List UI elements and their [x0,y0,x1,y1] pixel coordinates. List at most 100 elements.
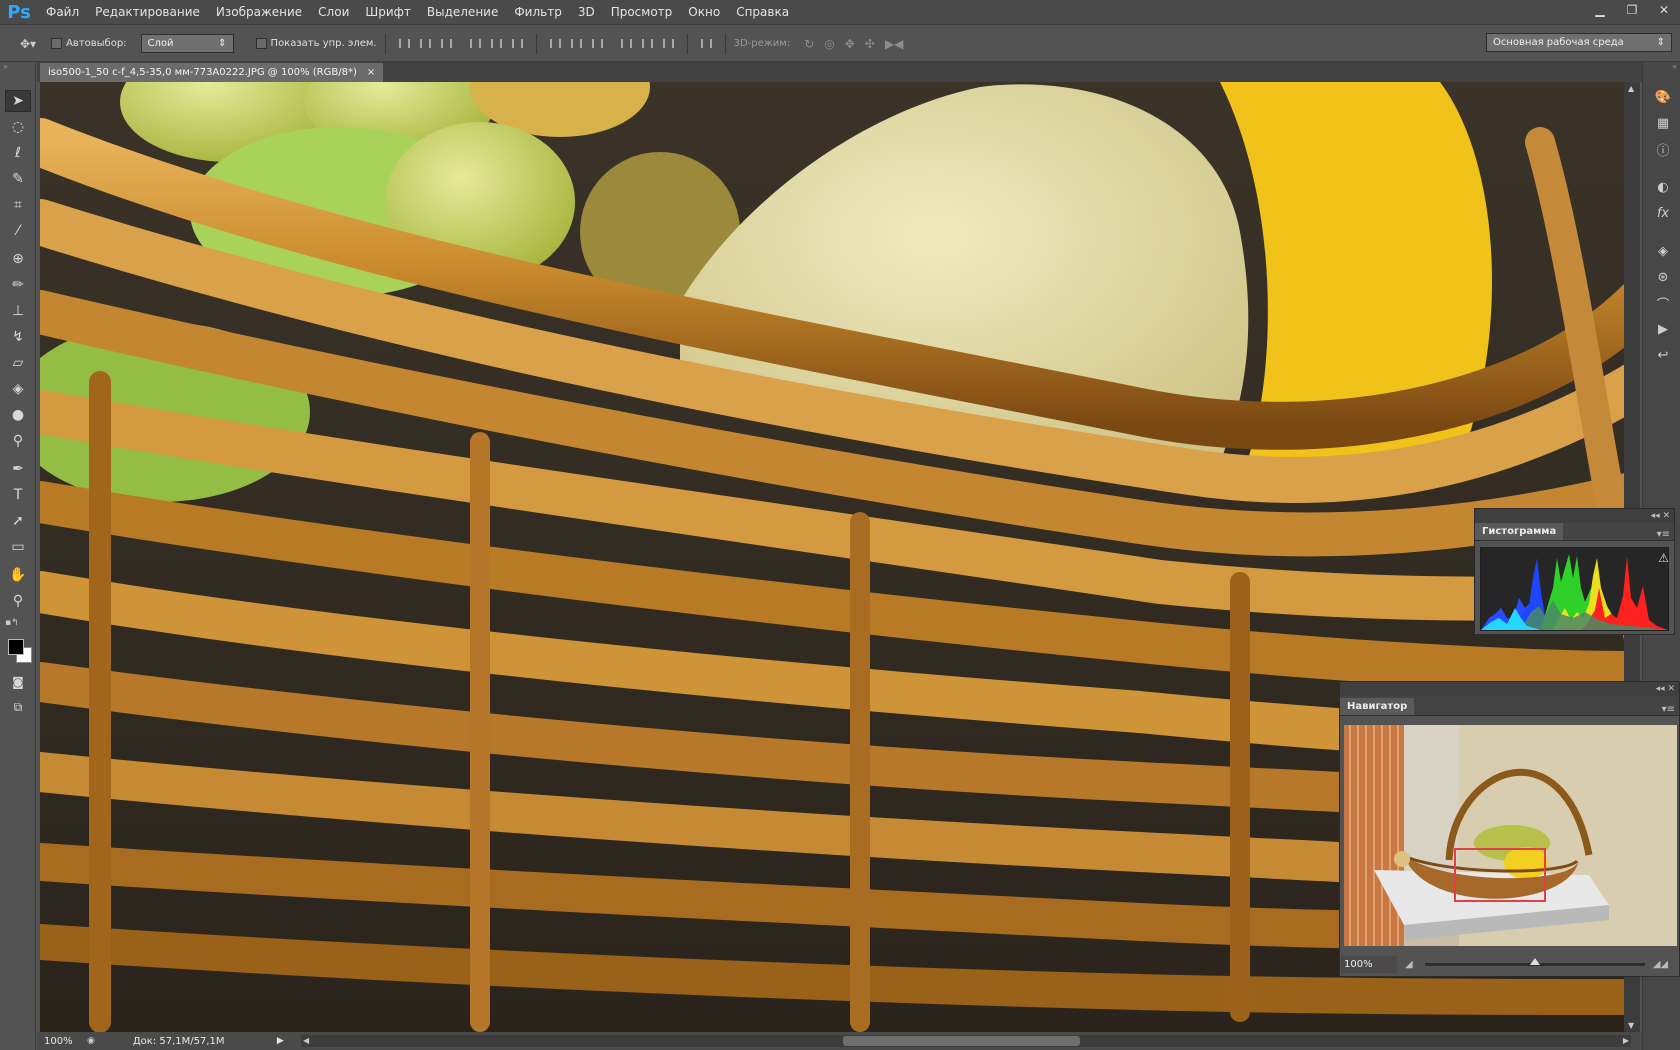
scroll-down-icon[interactable]: ▼ [1628,1021,1634,1030]
status-info-icon[interactable]: ◉ [87,1036,95,1046]
navigator-thumbnail [1344,725,1677,946]
auto-align-icon[interactable] [698,36,715,52]
autoselect-dropdown[interactable]: Слой ⇕ [140,34,234,53]
pen-icon[interactable]: ✒ [5,458,31,480]
hand-icon[interactable]: ✋ [5,564,31,586]
menu-view[interactable]: Просмотр [603,0,681,25]
horizontal-scrollbar[interactable]: ◀ ▶ [301,1035,1631,1047]
restore-icon[interactable]: ❐ [1616,0,1648,20]
cache-warning-icon[interactable]: ⚠ [1658,551,1669,565]
status-menu-arrow-icon[interactable]: ▶ [277,1036,284,1046]
show-controls-checkbox[interactable] [255,38,267,49]
paint-bucket-icon[interactable]: ◈ [5,378,31,400]
styles-panel-icon[interactable]: fx [1652,202,1674,224]
eraser-icon[interactable]: ▱ [5,352,31,374]
menu-file[interactable]: Файл [38,0,87,25]
roll-3d-icon[interactable]: ◎ [824,37,834,51]
lasso-icon[interactable]: ℓ [5,142,31,164]
foreground-color-swatch[interactable] [8,639,24,655]
channels-panel-icon[interactable]: ⊛ [1652,266,1674,288]
menu-image[interactable]: Изображение [208,0,310,25]
distribute-vcenter-icon[interactable] [568,36,585,52]
marquee-icon[interactable]: ◌ [5,116,31,138]
panel-tabs: Гистограмма ▾≡ [1475,523,1674,541]
scroll-right-icon[interactable]: ▶ [1623,1036,1629,1045]
healing-brush-icon[interactable]: ⊕ [5,248,31,270]
horizontal-scroll-thumb[interactable] [843,1036,1080,1046]
quick-mask-icon[interactable]: ◙ [5,671,31,693]
paths-panel-icon[interactable]: ⌒ [1652,292,1674,314]
panel-header-controls[interactable]: ◂◂ ✕ [1475,509,1674,523]
align-left-icon[interactable] [467,36,484,52]
panel-menu-icon[interactable]: ▾≡ [1653,529,1674,540]
zoom-in-icon[interactable]: ◢◢ [1653,959,1668,970]
menu-help[interactable]: Справка [728,0,797,25]
swatches-panel-icon[interactable]: ▦ [1652,112,1674,134]
menu-3d[interactable]: 3D [570,0,603,25]
scroll-up-icon[interactable]: ▲ [1628,84,1634,93]
move-tool-preset-icon[interactable]: ✥▾ [20,37,36,51]
align-hcenter-icon[interactable] [488,36,505,52]
distribute-right-icon[interactable] [660,36,677,52]
history-brush-icon[interactable]: ↯ [5,326,31,348]
distribute-hcenter-icon[interactable] [639,36,656,52]
navigator-preview[interactable] [1344,725,1677,946]
navigator-zoom-field[interactable]: 100% [1341,955,1397,973]
distribute-bottom-icon[interactable] [589,36,606,52]
move-tool-icon[interactable]: ➤ [5,90,31,112]
clone-stamp-icon[interactable]: ⊥ [5,300,31,322]
layers-panel-icon[interactable]: ◈ [1652,240,1674,262]
status-zoom[interactable]: 100% [37,1036,87,1047]
close-tab-icon[interactable]: × [367,67,375,78]
tab-histogram[interactable]: Гистограмма [1475,523,1564,540]
actions-panel-icon[interactable]: ▶ [1652,318,1674,340]
workspace-dropdown[interactable]: Основная рабочая среда ⇕ [1486,33,1672,52]
mode3d-label: 3D-режим: [733,38,791,49]
close-window-icon[interactable]: ✕ [1648,0,1680,20]
adjustments-panel-icon[interactable]: ◐ [1652,176,1674,198]
menu-filter[interactable]: Фильтр [506,0,569,25]
panel-menu-icon[interactable]: ▾≡ [1658,704,1679,715]
collapse-tools-icon[interactable]: » [0,62,35,72]
tab-navigator[interactable]: Навигатор [1340,698,1415,715]
scale-3d-icon[interactable]: ▶◀ [885,37,903,51]
crop-icon[interactable]: ⌗ [5,194,31,216]
path-select-icon[interactable]: ➚ [5,510,31,532]
menu-select[interactable]: Выделение [419,0,506,25]
quick-select-icon[interactable]: ✎ [5,168,31,190]
color-panel-icon[interactable]: 🎨 [1652,86,1674,108]
navigator-zoom-slider[interactable] [1424,957,1645,966]
menu-layers[interactable]: Слои [310,0,357,25]
eyedropper-icon[interactable]: ⁄ [5,220,31,242]
info-panel-icon[interactable]: ⓘ [1652,138,1674,160]
brush-icon[interactable]: ✏ [5,274,31,296]
default-colors-icon[interactable]: ▪↰ [5,618,19,628]
menu-edit[interactable]: Редактирование [87,0,208,25]
align-right-icon[interactable] [509,36,526,52]
distribute-top-icon[interactable] [547,36,564,52]
align-top-icon[interactable] [396,36,413,52]
autoselect-checkbox[interactable] [51,38,63,49]
screen-mode-icon[interactable]: ⧉ [5,696,31,718]
document-tab[interactable]: iso500-1_50 c-f_4,5-35,0 мм-773A0222.JPG… [40,63,384,82]
zoom-icon[interactable]: ⚲ [5,590,31,612]
menu-type[interactable]: Шрифт [357,0,419,25]
slide-3d-icon[interactable]: ✣ [865,37,875,51]
rotate-3d-icon[interactable]: ↻ [804,37,814,51]
scroll-left-icon[interactable]: ◀ [303,1036,309,1045]
drag-3d-icon[interactable]: ✥ [845,37,855,51]
collapse-dock-icon[interactable]: « [1643,62,1680,72]
blur-icon[interactable]: ● [5,404,31,426]
menu-window[interactable]: Окно [680,0,728,25]
zoom-out-icon[interactable]: ◢ [1405,959,1413,970]
type-icon[interactable]: T [5,484,31,506]
dodge-icon[interactable]: ⚲ [5,430,31,452]
panel-header-controls[interactable]: ◂◂ ✕ [1340,682,1679,696]
rectangle-icon[interactable]: ▭ [5,536,31,558]
align-bottom-icon[interactable] [438,36,455,52]
minimize-icon[interactable]: ▁ [1584,0,1616,20]
distribute-left-icon[interactable] [618,36,635,52]
history-panel-icon[interactable]: ↩ [1652,344,1674,366]
zoom-slider-knob[interactable] [1529,957,1540,965]
align-vcenter-icon[interactable] [417,36,434,52]
